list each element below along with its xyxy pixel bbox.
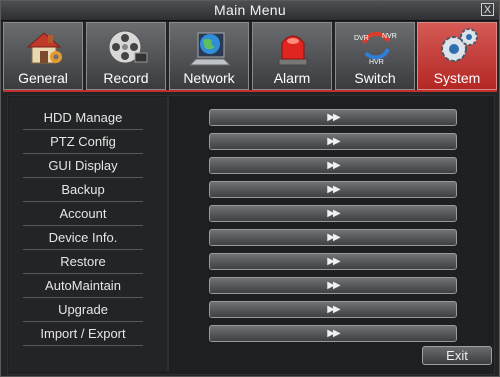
menu-item-label: HDD Manage <box>43 110 123 125</box>
menu-item-device-info[interactable]: Device Info. <box>23 229 143 251</box>
hdd-manage-open-button[interactable]: ▶▶ <box>209 109 457 126</box>
tab-switch[interactable]: DVR NVR HVR Switch <box>335 22 415 90</box>
main-menu-window: Main Menu X General Record Network Alarm… <box>0 0 500 377</box>
menu-item-backup[interactable]: Backup <box>23 181 143 203</box>
menu-item-label: Upgrade <box>58 302 108 317</box>
house-icon <box>26 32 62 64</box>
gears-icon <box>441 28 478 62</box>
menu-item-label: PTZ Config <box>50 134 116 149</box>
tab-system[interactable]: System <box>417 22 497 90</box>
menu-item-label: Device Info. <box>48 230 118 245</box>
menu-item-label: AutoMaintain <box>45 278 121 293</box>
menu-item-label: Restore <box>60 254 106 269</box>
restore-open-button[interactable]: ▶▶ <box>209 253 457 270</box>
switch-dvr-text: DVR <box>354 35 369 42</box>
automaintain-open-button[interactable]: ▶▶ <box>209 277 457 294</box>
import-export-open-button[interactable]: ▶▶ <box>209 325 457 342</box>
siren-icon <box>278 35 308 66</box>
tab-general[interactable]: General <box>3 22 83 90</box>
tab-general-label: General <box>18 70 68 86</box>
menu-item-label: Account <box>59 206 107 221</box>
active-tab-underline <box>3 90 497 92</box>
menu-item-restore[interactable]: Restore <box>23 253 143 275</box>
tab-system-label: System <box>433 70 481 86</box>
switch-hvr-text: HVR <box>369 59 384 66</box>
menu-item-gui-display[interactable]: GUI Display <box>23 157 143 179</box>
ptz-config-open-button[interactable]: ▶▶ <box>209 133 457 150</box>
exit-button[interactable]: Exit <box>422 346 492 365</box>
globe-laptop-icon <box>188 32 232 66</box>
menu-item-ptz-config[interactable]: PTZ Config <box>23 133 143 155</box>
dvr-nvr-hvr-switch-icon: DVR NVR HVR <box>354 31 397 66</box>
tab-record-label: Record <box>103 70 149 86</box>
upgrade-open-button[interactable]: ▶▶ <box>209 301 457 318</box>
gui-display-open-button[interactable]: ▶▶ <box>209 157 457 174</box>
menu-item-upgrade[interactable]: Upgrade <box>23 301 143 323</box>
tab-switch-label: Switch <box>354 70 396 86</box>
menu-item-account[interactable]: Account <box>23 205 143 227</box>
menu-item-hdd-manage[interactable]: HDD Manage <box>23 109 143 131</box>
account-open-button[interactable]: ▶▶ <box>209 205 457 222</box>
title-bar: Main Menu X <box>1 1 499 21</box>
tab-alarm-label: Alarm <box>273 70 311 86</box>
device-info-open-button[interactable]: ▶▶ <box>209 229 457 246</box>
tab-network[interactable]: Network <box>169 22 249 90</box>
menu-item-automaintain[interactable]: AutoMaintain <box>23 277 143 299</box>
menu-item-import-export[interactable]: Import / Export <box>23 325 143 347</box>
backup-open-button[interactable]: ▶▶ <box>209 181 457 198</box>
tab-record[interactable]: Record <box>86 22 166 90</box>
switch-nvr-text: NVR <box>382 33 397 40</box>
tab-alarm[interactable]: Alarm <box>252 22 332 90</box>
film-reel-icon <box>108 30 148 64</box>
menu-item-label: Backup <box>61 182 105 197</box>
menu-item-label: GUI Display <box>48 158 118 173</box>
menu-item-label: Import / Export <box>40 326 126 341</box>
close-button[interactable]: X <box>481 3 494 16</box>
window-title: Main Menu <box>214 2 286 18</box>
tab-network-label: Network <box>183 70 235 86</box>
tab-bar: General Record Network Alarm DVR NVR HVR… <box>3 22 497 92</box>
